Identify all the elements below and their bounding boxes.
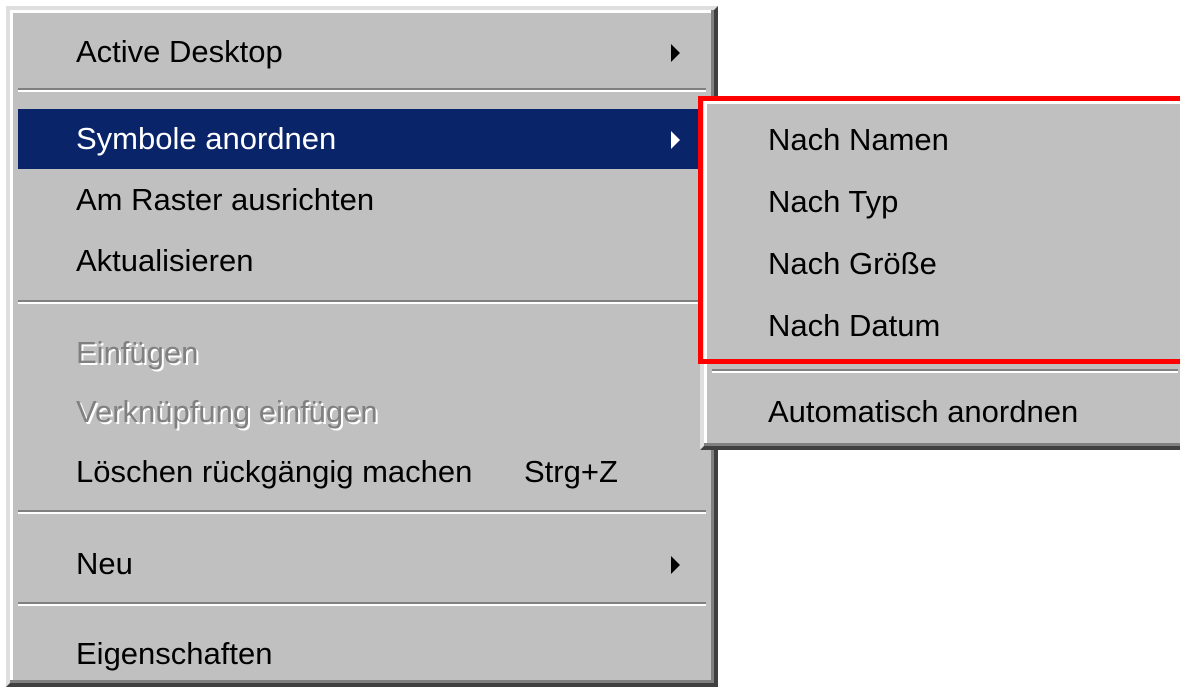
submenu-item-label: Nach Namen [768, 122, 949, 157]
menu-item-label: Aktualisieren [76, 243, 254, 278]
submenu-item-nach-datum[interactable]: Nach Datum [712, 296, 1180, 356]
menu-separator [18, 88, 706, 92]
menu-item-label: Neu [76, 546, 133, 581]
context-menu: Active Desktop Symbole anordnen Am Raste… [6, 6, 718, 687]
menu-item-einfuegen[interactable]: Einfügen [18, 323, 706, 383]
menu-item-loeschen-rueckgaengig[interactable]: Löschen rückgängig machen Strg+Z [18, 442, 706, 502]
menu-item-am-raster-ausrichten[interactable]: Am Raster ausrichten [18, 170, 706, 230]
menu-item-eigenschaften[interactable]: Eigenschaften [18, 624, 706, 684]
submenu-item-automatisch-anordnen[interactable]: Automatisch anordnen [712, 382, 1180, 442]
menu-item-label: Einfügen [76, 335, 199, 370]
menu-item-label: Löschen rückgängig machen [76, 454, 473, 489]
menu-item-label: Symbole anordnen [76, 121, 337, 156]
menu-item-symbole-anordnen[interactable]: Symbole anordnen [18, 109, 706, 169]
submenu-item-nach-namen[interactable]: Nach Namen [712, 110, 1180, 170]
menu-item-aktualisieren[interactable]: Aktualisieren [18, 231, 706, 291]
menu-item-label: Active Desktop [76, 34, 283, 69]
submenu-item-nach-groesse[interactable]: Nach Größe [712, 234, 1180, 294]
menu-separator [712, 369, 1178, 373]
menu-separator [18, 602, 706, 606]
menu-item-shortcut: Strg+Z [524, 454, 618, 489]
menu-item-label: Verknüpfung einfügen [76, 394, 378, 429]
submenu-arrow-icon [671, 44, 680, 62]
submenu-item-label: Nach Datum [768, 308, 941, 343]
menu-item-active-desktop[interactable]: Active Desktop [18, 22, 706, 82]
menu-separator [18, 300, 706, 304]
submenu-item-nach-typ[interactable]: Nach Typ [712, 172, 1180, 232]
submenu-arrow-icon [671, 131, 680, 149]
menu-item-neu[interactable]: Neu [18, 534, 706, 594]
menu-separator [18, 510, 706, 514]
menu-item-label: Am Raster ausrichten [76, 182, 375, 217]
submenu-item-label: Nach Größe [768, 246, 937, 281]
submenu-item-label: Nach Typ [768, 184, 899, 219]
menu-item-label: Eigenschaften [76, 636, 273, 671]
menu-item-verknuepfung-einfuegen[interactable]: Verknüpfung einfügen [18, 382, 706, 442]
submenu-arrow-icon [671, 556, 680, 574]
submenu-symbole-anordnen: Nach Namen Nach Typ Nach Größe Nach Datu… [700, 97, 1180, 450]
submenu-item-label: Automatisch anordnen [768, 394, 1079, 429]
